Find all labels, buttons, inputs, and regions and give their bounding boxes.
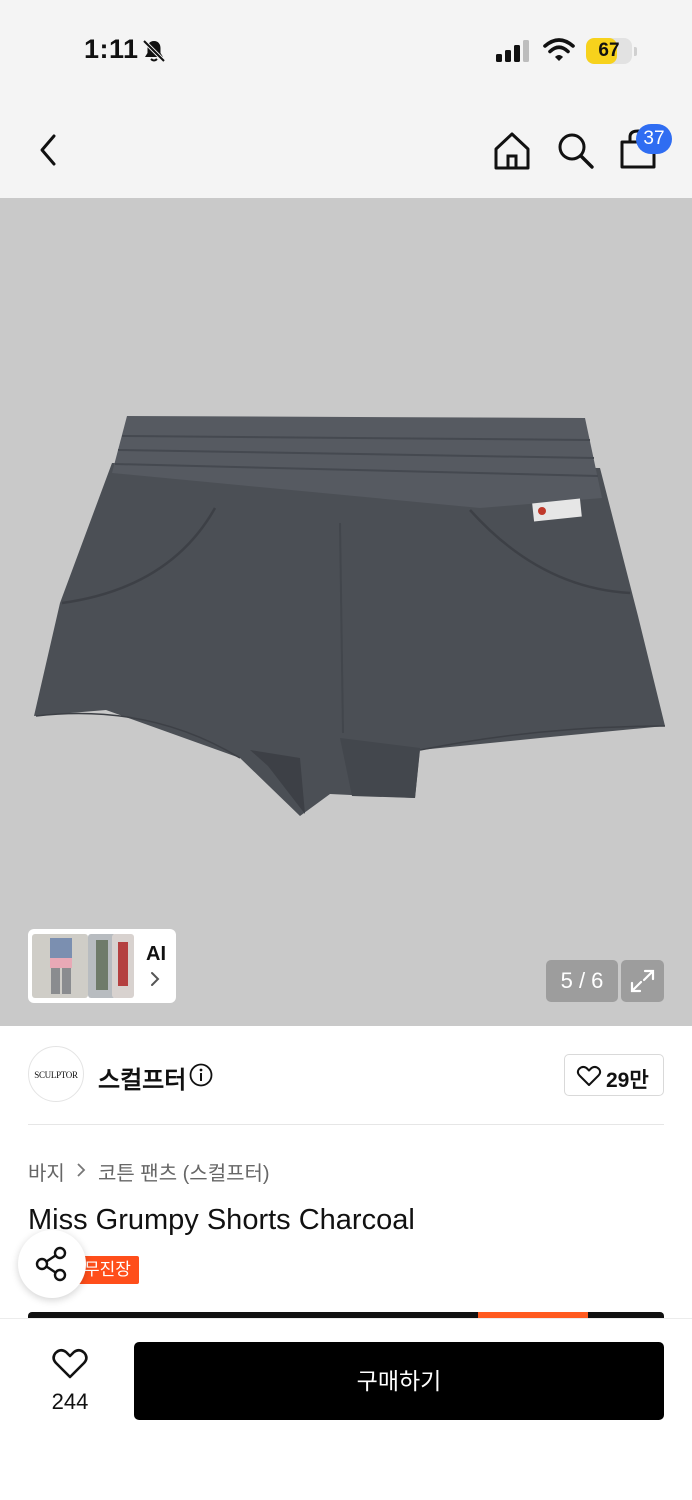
cart-count-badge: 37 xyxy=(636,124,672,154)
brand-name[interactable]: 스컬프터 xyxy=(98,1060,186,1095)
home-icon[interactable] xyxy=(492,131,532,171)
breadcrumb: 바지 코튼 팬츠 (스컬프터) xyxy=(28,1157,270,1186)
breadcrumb-category[interactable]: 바지 xyxy=(28,1157,65,1186)
search-icon[interactable] xyxy=(556,131,596,171)
product-title: Miss Grumpy Shorts Charcoal xyxy=(28,1204,415,1236)
brand-like-count: 29만 xyxy=(606,1069,649,1092)
battery-icon: 67 xyxy=(586,38,632,64)
divider xyxy=(28,1124,664,1125)
heart-icon xyxy=(52,1348,88,1379)
cellular-signal-icon xyxy=(496,40,529,62)
battery-level: 67 xyxy=(598,40,620,61)
page-indicator: 5 / 6 xyxy=(546,960,618,1002)
share-button[interactable] xyxy=(18,1230,86,1298)
wifi-icon xyxy=(543,38,575,61)
wishlist-count: 244 xyxy=(51,1389,89,1414)
wishlist-button[interactable]: 244 xyxy=(28,1339,112,1419)
expand-button[interactable] xyxy=(621,960,664,1002)
expand-icon xyxy=(630,969,655,993)
chevron-right-icon xyxy=(151,972,160,986)
bottom-action-bar: 244 구매하기 xyxy=(0,1318,692,1500)
product-image-gallery[interactable]: AI 5 / 6 xyxy=(0,198,692,1026)
info-icon[interactable] xyxy=(189,1063,213,1087)
ai-styling-thumbnails[interactable]: AI xyxy=(28,929,176,1003)
battery-nub xyxy=(634,47,637,56)
chevron-right-icon xyxy=(77,1163,86,1177)
brand-row[interactable]: SCULPTOR 스컬프터 29만 xyxy=(0,1026,692,1126)
ai-thumbnail-3 xyxy=(112,934,134,998)
status-bar: 1:11 67 xyxy=(0,0,692,100)
breadcrumb-subcategory[interactable]: 코튼 팬츠 (스컬프터) xyxy=(98,1157,270,1186)
ai-label: AI xyxy=(146,943,166,965)
status-time: 1:11 xyxy=(84,34,139,64)
share-icon xyxy=(35,1246,67,1282)
bell-slash-icon xyxy=(142,39,166,63)
brand-like-button[interactable]: 29만 xyxy=(564,1054,664,1096)
ai-thumbnail-1 xyxy=(32,934,88,998)
buy-button[interactable]: 구매하기 xyxy=(134,1342,664,1420)
product-image xyxy=(34,416,666,816)
top-navigation xyxy=(0,100,692,198)
heart-icon xyxy=(576,1065,602,1086)
chevron-left-icon[interactable] xyxy=(30,130,70,170)
brand-logo[interactable]: SCULPTOR xyxy=(28,1046,84,1102)
